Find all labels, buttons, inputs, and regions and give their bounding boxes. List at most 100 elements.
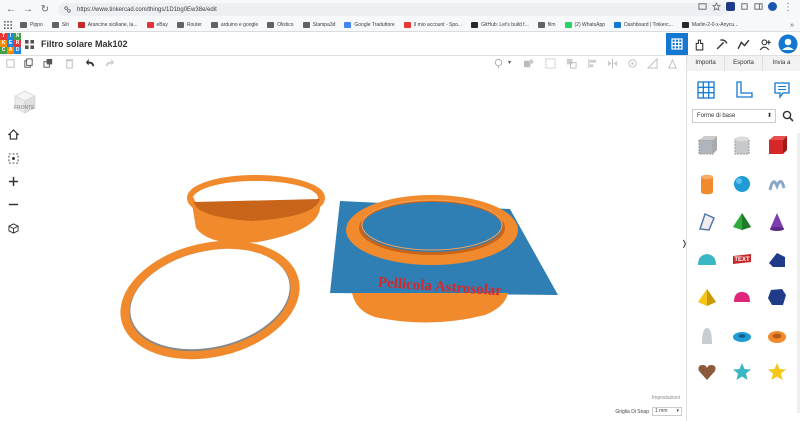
bookmark-item[interactable]: Router	[176, 22, 202, 28]
bookmark-item[interactable]: Marlin-2-0-x-Anycu...	[681, 22, 738, 28]
more-bookmarks-icon[interactable]: »	[790, 22, 794, 29]
bookmark-item[interactable]: Il mio account - Spo...	[403, 22, 463, 28]
sphere-shape[interactable]	[729, 171, 755, 197]
send-to-button[interactable]: Invia a	[762, 56, 800, 71]
pyramid-shape[interactable]	[729, 209, 755, 235]
shape-category-select[interactable]: Forme di base ⬍	[692, 109, 776, 123]
notes-button[interactable]	[769, 77, 795, 103]
cylinder-hole-shape[interactable]	[729, 133, 755, 159]
cone-shape[interactable]	[764, 209, 790, 235]
pyramid-yellow-shape[interactable]	[694, 284, 720, 310]
half-sphere-shape[interactable]	[729, 284, 755, 310]
forward-icon[interactable]: →	[22, 4, 34, 16]
cylinder-shape[interactable]	[694, 171, 720, 197]
bookmark-item[interactable]: (2) WhatsApp	[564, 22, 605, 28]
blocks-button[interactable]	[710, 33, 732, 55]
add-user-button[interactable]	[754, 33, 776, 55]
undo-icon[interactable]	[85, 58, 96, 69]
notes-icon[interactable]	[667, 58, 678, 69]
snap-grid-select[interactable]: 1 mm ▾	[652, 407, 682, 416]
url-field[interactable]: https://www.tinkercad.com/things/1D1bg0E…	[58, 3, 726, 16]
group-icon[interactable]	[566, 58, 577, 69]
ruler-button[interactable]	[731, 77, 757, 103]
ring-on-plate[interactable]	[346, 195, 518, 265]
star-bookmark-icon[interactable]	[712, 2, 721, 11]
flat-ring[interactable]	[109, 224, 312, 376]
bookmark-item[interactable]: Dashboard | Tinkerc...	[614, 22, 673, 28]
bookmark-item[interactable]: arduino e google	[210, 22, 258, 28]
duplicate-icon[interactable]	[43, 58, 54, 69]
light-dropdown-icon[interactable]: ▾	[508, 59, 511, 66]
design-title[interactable]: Filtro solare Mak102	[41, 39, 128, 49]
bookmark-item[interactable]: Pippo	[20, 22, 43, 28]
bookmark-item[interactable]: Google Traduttore	[344, 22, 395, 28]
bookmark-item[interactable]: film	[537, 22, 556, 28]
graphic-shape[interactable]	[694, 209, 720, 235]
bookmark-item[interactable]: GitHub: Let's build f...	[471, 22, 529, 28]
bookmark-label: Arancine siciliane, la...	[87, 22, 138, 28]
tall-ring[interactable]	[187, 175, 325, 244]
roof-shape[interactable]	[694, 246, 720, 272]
settings-link[interactable]: Impostazioni	[652, 395, 680, 401]
bookmark-item[interactable]: eBay	[146, 22, 168, 28]
extension-icon[interactable]	[726, 2, 735, 11]
box-shape[interactable]	[764, 133, 790, 159]
hole-icon[interactable]	[545, 58, 556, 69]
paraboloid-shape[interactable]	[694, 323, 720, 349]
tube-shape[interactable]	[764, 323, 790, 349]
sidepanel-icon[interactable]	[754, 2, 763, 11]
bookmark-item[interactable]: Siti	[51, 22, 69, 28]
back-icon[interactable]: ←	[5, 4, 17, 16]
fit-view-button[interactable]	[6, 151, 20, 165]
3d-scene[interactable]: Pellicola Astrosolar	[0, 71, 686, 421]
light-bulb-icon[interactable]	[493, 58, 504, 69]
copy-icon[interactable]	[23, 58, 34, 69]
puzzle-icon[interactable]	[740, 2, 749, 11]
apps-grid-icon[interactable]	[4, 21, 12, 29]
new-shape-icon[interactable]	[5, 58, 16, 69]
reload-icon[interactable]: ↻	[39, 4, 51, 16]
wedge-shape[interactable]	[764, 246, 790, 272]
polygon-shape[interactable]	[764, 284, 790, 310]
star-shape[interactable]	[729, 359, 755, 385]
bookmark-label: Il mio account - Spo...	[413, 22, 463, 28]
zoom-out-button[interactable]	[6, 197, 20, 211]
profile-avatar-icon[interactable]	[768, 2, 777, 11]
bookmark-item[interactable]: Olistico	[267, 22, 294, 28]
tinkercad-logo[interactable]: TINKERCAD	[0, 33, 22, 55]
user-avatar[interactable]	[776, 33, 800, 55]
heart-shape[interactable]	[694, 359, 720, 385]
view-cube[interactable]	[11, 88, 39, 116]
workplane[interactable]: Pellicola Astrosolar FRONTE Impostazioni…	[0, 71, 686, 421]
workplane-button[interactable]	[693, 77, 719, 103]
torus-shape[interactable]	[729, 323, 755, 349]
bricks-button[interactable]	[732, 33, 754, 55]
design-menu-icon[interactable]	[25, 40, 34, 49]
sim-lab-button[interactable]	[688, 33, 710, 55]
scribble-shape[interactable]	[764, 171, 790, 197]
site-info-icon[interactable]	[64, 6, 71, 13]
cruise-icon[interactable]	[627, 58, 638, 69]
browser-menu-icon[interactable]: ⋮	[782, 2, 794, 14]
export-button[interactable]: Esporta	[724, 56, 762, 71]
ruler-icon[interactable]	[647, 58, 658, 69]
mirror-icon[interactable]	[607, 58, 618, 69]
search-icon[interactable]	[782, 110, 794, 122]
home-view-button[interactable]	[6, 127, 20, 141]
cast-icon[interactable]	[698, 2, 707, 11]
ortho-view-button[interactable]	[6, 221, 20, 235]
shape-icon[interactable]	[523, 58, 534, 69]
bookmark-icon	[403, 22, 411, 28]
bookmark-label: film	[547, 22, 556, 28]
delete-icon[interactable]	[64, 58, 75, 69]
zoom-in-button[interactable]	[6, 174, 20, 188]
import-button[interactable]: Importa	[686, 56, 724, 71]
star-yellow-shape[interactable]	[764, 359, 790, 385]
3d-view-button[interactable]	[666, 33, 688, 55]
bookmark-item[interactable]: Stampa3d	[302, 22, 335, 28]
redo-icon[interactable]	[104, 58, 115, 69]
box-hole-shape[interactable]	[694, 133, 720, 159]
bookmark-item[interactable]: Arancine siciliane, la...	[77, 22, 138, 28]
align-icon[interactable]	[587, 58, 598, 69]
text-shape[interactable]: TEXT	[729, 246, 755, 272]
